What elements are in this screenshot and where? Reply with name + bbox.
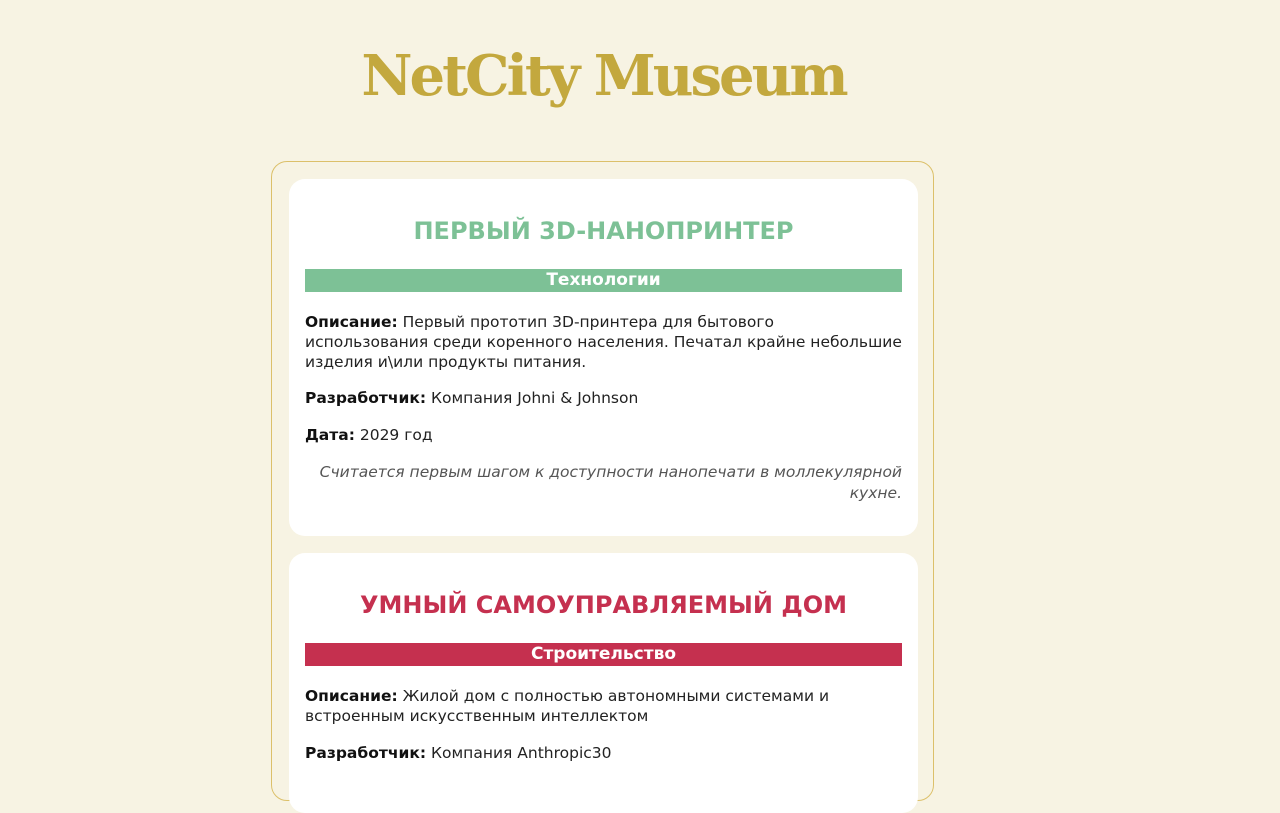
site-logo[interactable]: NetCity Museum <box>0 36 1207 116</box>
description-label: Описание: <box>305 687 398 705</box>
exhibit-note: Считается первым шагом к доступности нан… <box>319 463 902 502</box>
exhibit-category-badge: Технологии <box>305 269 902 292</box>
exhibit-description: Описание: Жилой дом с полностью автономн… <box>305 686 902 726</box>
exhibit-developer: Разработчик: Компания Johni & Johnson <box>305 388 902 408</box>
description-label: Описание: <box>305 313 398 331</box>
date-text: 2029 год <box>359 426 433 444</box>
exhibit-card: ПЕРВЫЙ 3D-НАНОПРИНТЕР Технологии Описани… <box>289 179 918 536</box>
exhibit-category-badge: Строительство <box>305 643 902 666</box>
exhibit-card: УМНЫЙ САМОУПРАВЛЯЕМЫЙ ДОМ Строительство … <box>289 553 918 813</box>
exhibit-title: ПЕРВЫЙ 3D-НАНОПРИНТЕР <box>413 217 794 245</box>
developer-label: Разработчик: <box>305 389 427 407</box>
exhibit-date: Дата: 2029 год <box>305 425 902 445</box>
developer-text: Компания Johni & Johnson <box>431 389 639 407</box>
date-label: Дата: <box>305 426 355 444</box>
exhibit-developer: Разработчик: Компания Anthropic30 <box>305 743 902 763</box>
developer-text: Компания Anthropic30 <box>431 744 612 762</box>
developer-label: Разработчик: <box>305 744 427 762</box>
exhibit-description: Описание: Первый прототип 3D-принтера дл… <box>305 312 902 372</box>
exhibit-title: УМНЫЙ САМОУПРАВЛЯЕМЫЙ ДОМ <box>360 591 847 619</box>
